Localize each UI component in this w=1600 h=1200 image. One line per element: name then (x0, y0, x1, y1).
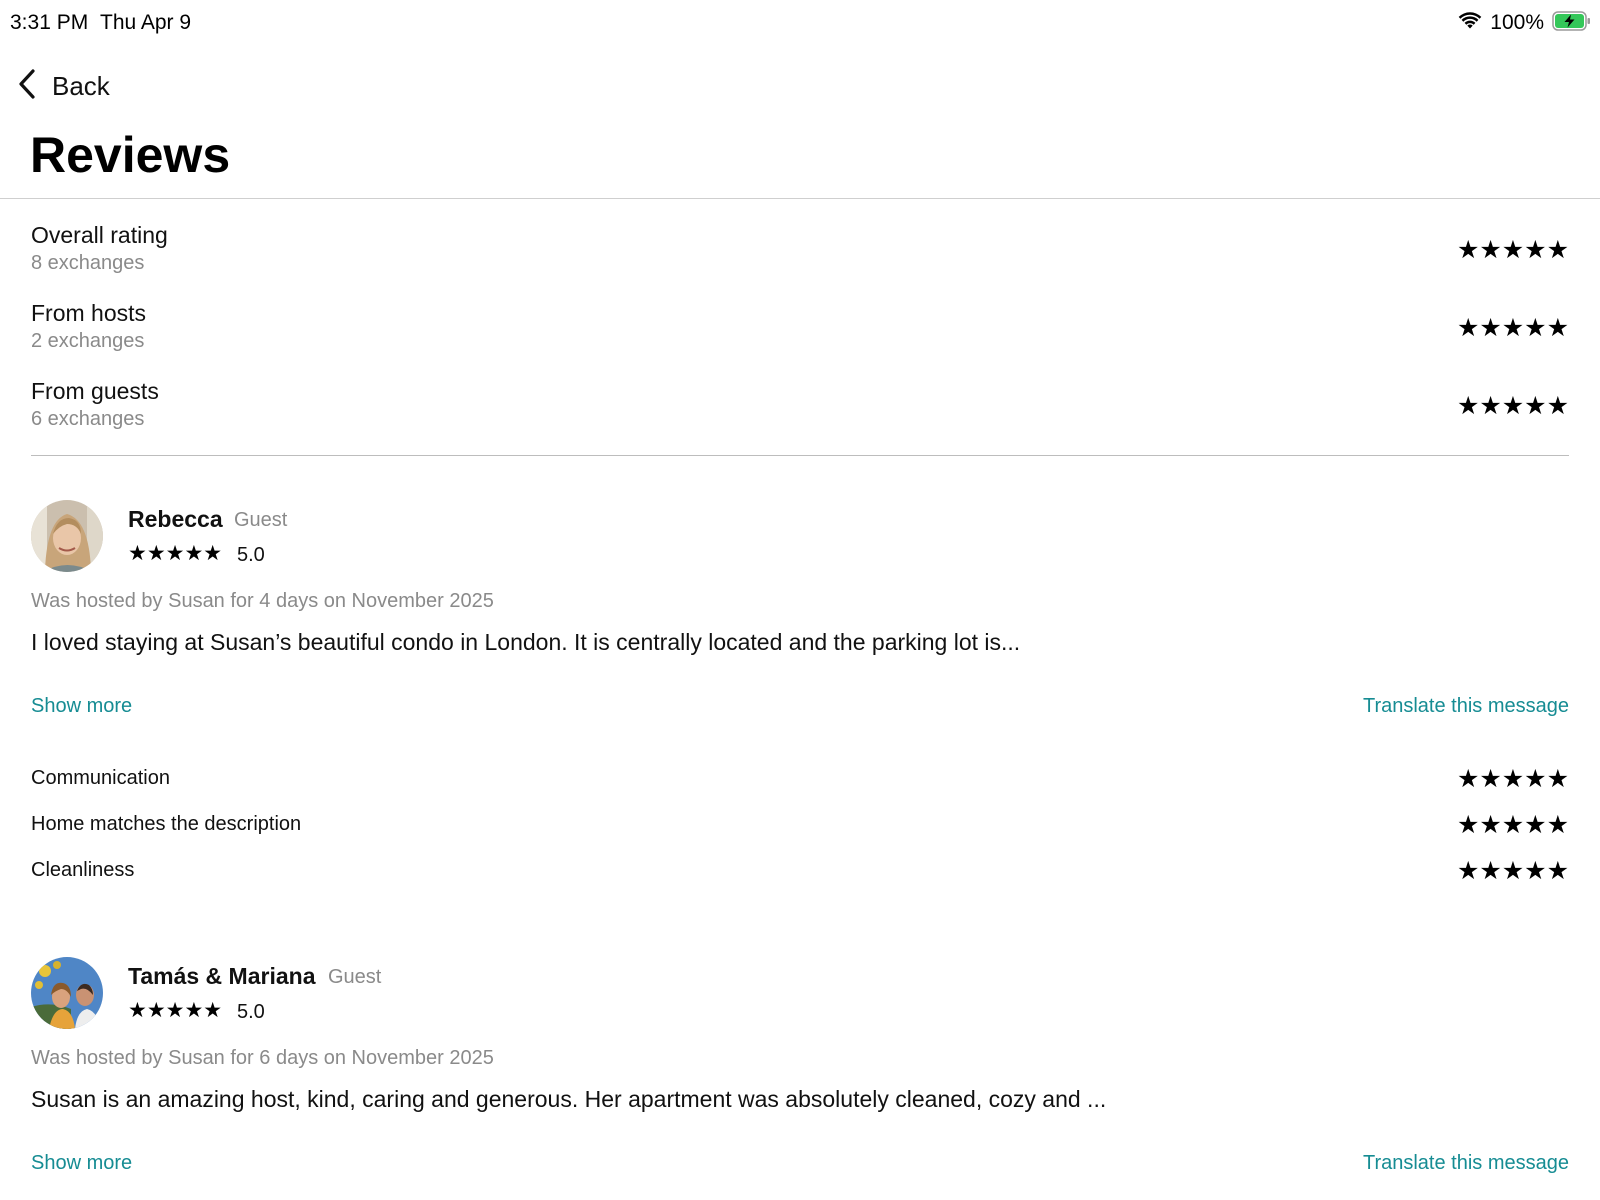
summary-row-overall: Overall rating 8 exchanges ★★★★★ (31, 218, 1569, 296)
battery-charging-icon (1552, 10, 1592, 37)
back-label: Back (52, 70, 110, 101)
translate-message-link[interactable]: Translate this message (1363, 1152, 1569, 1175)
summary-label: From hosts (31, 300, 147, 326)
reviewer-score: 5.0 (237, 1001, 265, 1023)
summary-label: From guests (31, 378, 159, 404)
chevron-left-icon (16, 68, 40, 105)
summary-count: 6 exchanges (31, 408, 145, 430)
show-more-link[interactable]: Show more (31, 1152, 132, 1175)
star-rating: ★★★★★ (1456, 857, 1569, 885)
back-button[interactable]: Back (16, 66, 110, 106)
review-text: I loved staying at Susan’s beautiful con… (31, 629, 1021, 655)
category-row-communication: Communication ★★★★★ (31, 764, 1569, 794)
category-row-description: Home matches the description ★★★★★ (31, 810, 1569, 840)
battery-percent: 100% (1490, 11, 1544, 34)
summary-row-guests: From guests 6 exchanges ★★★★★ (31, 374, 1569, 452)
wifi-icon (1458, 11, 1482, 35)
category-label: Cleanliness (31, 859, 135, 881)
star-rating: ★★★★★ (1456, 811, 1569, 839)
page-title: Reviews (30, 127, 231, 183)
reviewer-role: Guest (328, 966, 382, 988)
review-text: Susan is an amazing host, kind, caring a… (31, 1086, 1107, 1112)
star-rating: ★★★★★ (1456, 765, 1569, 793)
stay-info: Was hosted by Susan for 4 days on Novemb… (31, 590, 494, 612)
category-label: Home matches the description (31, 813, 302, 835)
star-rating: ★★★★★ (1456, 314, 1569, 342)
category-row-cleanliness: Cleanliness ★★★★★ (31, 856, 1569, 886)
rating-summary: Overall rating 8 exchanges ★★★★★ From ho… (31, 218, 1569, 452)
avatar[interactable] (31, 500, 103, 572)
star-rating: ★★★★★ (1456, 392, 1569, 420)
reviewer-role: Guest (234, 509, 288, 531)
stay-info: Was hosted by Susan for 6 days on Novemb… (31, 1047, 494, 1069)
summary-divider (31, 455, 1569, 456)
status-indicators: 100% (1458, 10, 1592, 36)
category-label: Communication (31, 767, 170, 789)
reviewer-name[interactable]: Tamás & Mariana (128, 963, 315, 990)
reviewer-star-rating: ★★★★★ (128, 542, 223, 565)
status-bar: 3:31 PM Thu Apr 9 100% (0, 0, 1600, 48)
header-divider (0, 198, 1600, 199)
summary-count: 8 exchanges (31, 252, 145, 274)
star-rating: ★★★★★ (1456, 236, 1569, 264)
translate-message-link[interactable]: Translate this message (1363, 695, 1569, 718)
summary-count: 2 exchanges (31, 330, 145, 352)
reviewer-name[interactable]: Rebecca (128, 506, 223, 533)
status-date: Thu Apr 9 (100, 11, 192, 34)
status-time: 3:31 PM (10, 11, 89, 34)
summary-row-hosts: From hosts 2 exchanges ★★★★★ (31, 296, 1569, 374)
avatar[interactable] (31, 957, 103, 1029)
review-card: Tamás & Mariana Guest ★★★★★ 5.0 Was host… (31, 957, 1569, 1197)
reviewer-star-rating: ★★★★★ (128, 999, 223, 1022)
review-card: Rebecca Guest ★★★★★ 5.0 Was hosted by Su… (31, 500, 1569, 884)
reviewer-score: 5.0 (237, 544, 265, 566)
summary-label: Overall rating (31, 222, 168, 248)
show-more-link[interactable]: Show more (31, 695, 132, 718)
